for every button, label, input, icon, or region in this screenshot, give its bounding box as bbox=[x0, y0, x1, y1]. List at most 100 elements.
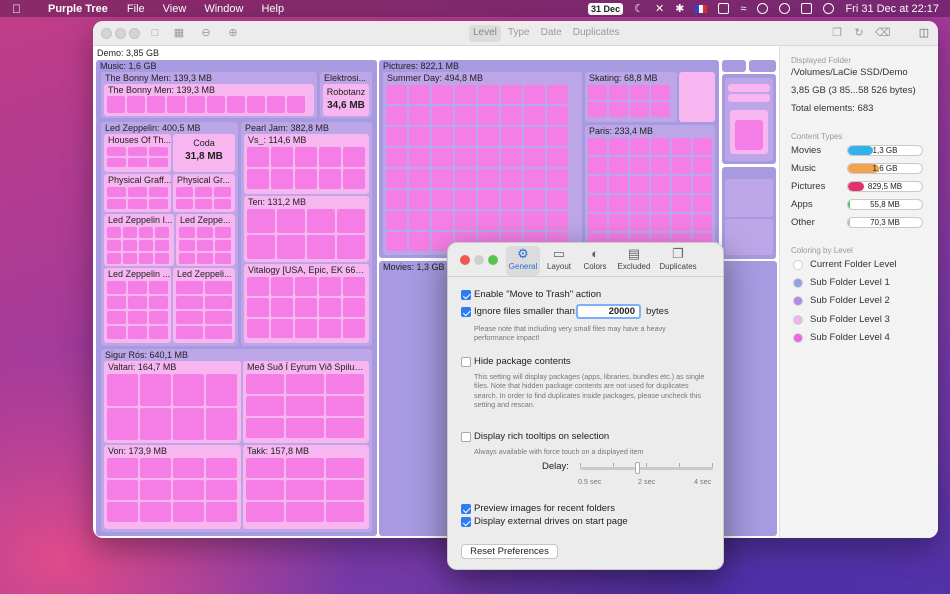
siri-icon[interactable] bbox=[823, 3, 835, 14]
folder-led-zeppelin-i[interactable]: Led Zeppelin I... bbox=[104, 214, 174, 266]
grid-icon[interactable]: ▦ bbox=[173, 27, 185, 39]
minimize-button[interactable] bbox=[474, 255, 484, 265]
folder-valtari[interactable]: Valtari: 164,7 MB bbox=[104, 361, 241, 443]
trash-checkbox[interactable] bbox=[461, 290, 471, 300]
refresh-icon[interactable]: ↻ bbox=[853, 27, 865, 39]
content-type-row[interactable]: Other 70,3 MB bbox=[791, 216, 931, 230]
folder-ten[interactable]: Ten: 131,2 MB bbox=[244, 196, 369, 262]
file-grid[interactable] bbox=[247, 147, 368, 189]
file-grid[interactable] bbox=[247, 277, 368, 338]
control-center-icon[interactable] bbox=[801, 3, 813, 14]
moon-icon[interactable]: ☾ bbox=[634, 2, 644, 15]
folder-small-a[interactable] bbox=[722, 60, 746, 72]
file-grid[interactable] bbox=[588, 138, 713, 250]
folder-led-zeppelin-iii[interactable]: Led Zeppelin ... bbox=[104, 268, 171, 343]
zoom-out-icon[interactable]: ⊖ bbox=[200, 27, 212, 39]
french-flag-icon[interactable] bbox=[695, 4, 708, 13]
mode-duplicates[interactable]: Duplicates bbox=[569, 25, 624, 42]
file-grid[interactable] bbox=[246, 374, 368, 438]
file-grid[interactable] bbox=[107, 374, 240, 440]
close-button[interactable] bbox=[101, 28, 112, 39]
external-drives-checkbox[interactable] bbox=[461, 517, 471, 527]
folder-small-b[interactable] bbox=[749, 60, 776, 72]
bluetooth-icon[interactable]: ✱ bbox=[675, 2, 684, 15]
tooltips-checkbox[interactable] bbox=[461, 432, 471, 442]
zoom-in-icon[interactable]: ⊕ bbox=[227, 27, 239, 39]
zoom-button[interactable] bbox=[488, 255, 498, 265]
content-type-row[interactable]: Apps 55,8 MB bbox=[791, 198, 931, 212]
folder-physical-graffiti[interactable]: Physical Graff... bbox=[104, 174, 171, 212]
folder-von[interactable]: Von: 173,9 MB bbox=[104, 445, 241, 529]
folder-takk[interactable]: Takk: 157,8 MB bbox=[243, 445, 369, 529]
clock[interactable]: Fri 31 Dec at 22:17 bbox=[845, 3, 939, 15]
minimize-button[interactable] bbox=[115, 28, 126, 39]
tab-general[interactable]: ⚙ General bbox=[506, 246, 540, 276]
folder-coda[interactable]: Coda 31,8 MB bbox=[173, 134, 235, 172]
file-grid[interactable] bbox=[107, 187, 169, 209]
folder-houses[interactable]: Houses Of Th... bbox=[104, 134, 171, 172]
zoom-button[interactable] bbox=[129, 28, 140, 39]
folder-music[interactable]: Music: 1,6 GB The Bonny Men: 139,3 MB Th… bbox=[96, 60, 377, 536]
reset-preferences-button[interactable]: Reset Preferences bbox=[461, 544, 558, 559]
mode-date[interactable]: Date bbox=[537, 25, 566, 42]
folder-vs[interactable]: Vs_: 114,6 MB bbox=[244, 134, 369, 194]
folder-vitalogy[interactable]: Vitalogy [USA, Epic, EK 669... bbox=[244, 264, 369, 343]
folder-bonny-men-inner[interactable]: The Bonny Men: 139,3 MB bbox=[104, 84, 314, 116]
folder-other-a[interactable] bbox=[725, 179, 773, 217]
folder-led-zeppelin[interactable]: Led Zeppelin: 400,5 MB Houses Of Th... C… bbox=[101, 122, 238, 346]
file-grid[interactable] bbox=[246, 458, 368, 522]
menu-window[interactable]: Window bbox=[204, 3, 243, 15]
file-grid[interactable] bbox=[247, 209, 368, 259]
file-grid[interactable] bbox=[588, 85, 676, 117]
file-grid[interactable] bbox=[107, 227, 173, 264]
folder-apps-sub-b[interactable] bbox=[728, 94, 770, 102]
menu-help[interactable]: Help bbox=[261, 3, 284, 15]
delay-slider-knob[interactable] bbox=[635, 462, 640, 474]
folder-physical-gr[interactable]: Physical Gr... bbox=[173, 174, 235, 212]
time-machine-icon[interactable] bbox=[757, 3, 769, 14]
wifi-icon[interactable]: ≈ bbox=[740, 3, 746, 15]
folder-elektrosi[interactable]: Elektrosi... Robotanz 34,6 MB bbox=[320, 72, 372, 118]
folder-paris[interactable]: Paris: 233,4 MB bbox=[585, 125, 715, 255]
folder-apps-sub[interactable] bbox=[725, 78, 773, 161]
folder-pearl-jam[interactable]: Pearl Jam: 382,8 MB Vs_: 114,6 MB Ten: 1… bbox=[241, 122, 372, 346]
menu-file[interactable]: File bbox=[127, 3, 145, 15]
tab-duplicates[interactable]: ❐ Duplicates bbox=[658, 246, 698, 276]
tab-excluded[interactable]: ▤ Excluded bbox=[616, 246, 652, 276]
folder-skating[interactable]: Skating: 68,8 MB bbox=[585, 72, 677, 122]
file-grid[interactable] bbox=[179, 227, 234, 264]
slash-icon[interactable]: ✕ bbox=[655, 2, 664, 15]
folder-apps-sub-c[interactable] bbox=[730, 110, 768, 154]
trash-icon[interactable]: ⌫ bbox=[875, 27, 891, 39]
ignore-small-checkbox[interactable] bbox=[461, 307, 471, 317]
tab-layout[interactable]: ▭ Layout bbox=[544, 246, 574, 276]
battery-icon[interactable] bbox=[718, 3, 730, 14]
file-grid[interactable] bbox=[386, 85, 581, 251]
file-grid[interactable] bbox=[107, 147, 169, 167]
folder-led-zeppelin-ii[interactable]: Led Zeppe... bbox=[176, 214, 235, 266]
tab-colors[interactable]: ◐ Colors bbox=[580, 246, 610, 276]
content-type-row[interactable]: Music 1,6 GB bbox=[791, 162, 931, 176]
folder-apps-sub-d[interactable] bbox=[735, 120, 763, 150]
file-grid[interactable] bbox=[176, 281, 234, 339]
apple-menu-icon[interactable]:  bbox=[12, 2, 26, 16]
folder-summer-day[interactable]: Summer Day: 494,8 MB bbox=[383, 72, 582, 255]
folder-led-zeppelin-iv[interactable]: Led Zeppeli... bbox=[173, 268, 235, 343]
app-menu[interactable]: Purple Tree bbox=[48, 3, 108, 15]
folder-icon[interactable]: □ bbox=[149, 27, 161, 39]
calendar-badge[interactable]: 31 Dec bbox=[588, 2, 624, 15]
content-type-row[interactable]: Pictures 829,5 MB bbox=[791, 180, 931, 194]
sidebar-toggle-icon[interactable]: ◫ bbox=[918, 27, 930, 39]
copy-icon[interactable]: ❐ bbox=[831, 27, 843, 39]
folder-robotanz[interactable]: Robotanz 34,6 MB bbox=[323, 84, 369, 116]
menu-view[interactable]: View bbox=[163, 3, 187, 15]
folder-apps-sub-a[interactable] bbox=[728, 84, 770, 92]
folder-med-sud[interactable]: Með Suð Í Eyrum Við Spilum... bbox=[243, 361, 369, 443]
folder-apps[interactable] bbox=[722, 74, 776, 164]
file-grid[interactable] bbox=[107, 458, 240, 522]
file-grid[interactable] bbox=[176, 187, 233, 209]
close-button[interactable] bbox=[460, 255, 470, 265]
file-grid[interactable] bbox=[107, 281, 170, 339]
preview-images-checkbox[interactable] bbox=[461, 504, 471, 514]
folder-pictures-small[interactable] bbox=[679, 72, 715, 122]
